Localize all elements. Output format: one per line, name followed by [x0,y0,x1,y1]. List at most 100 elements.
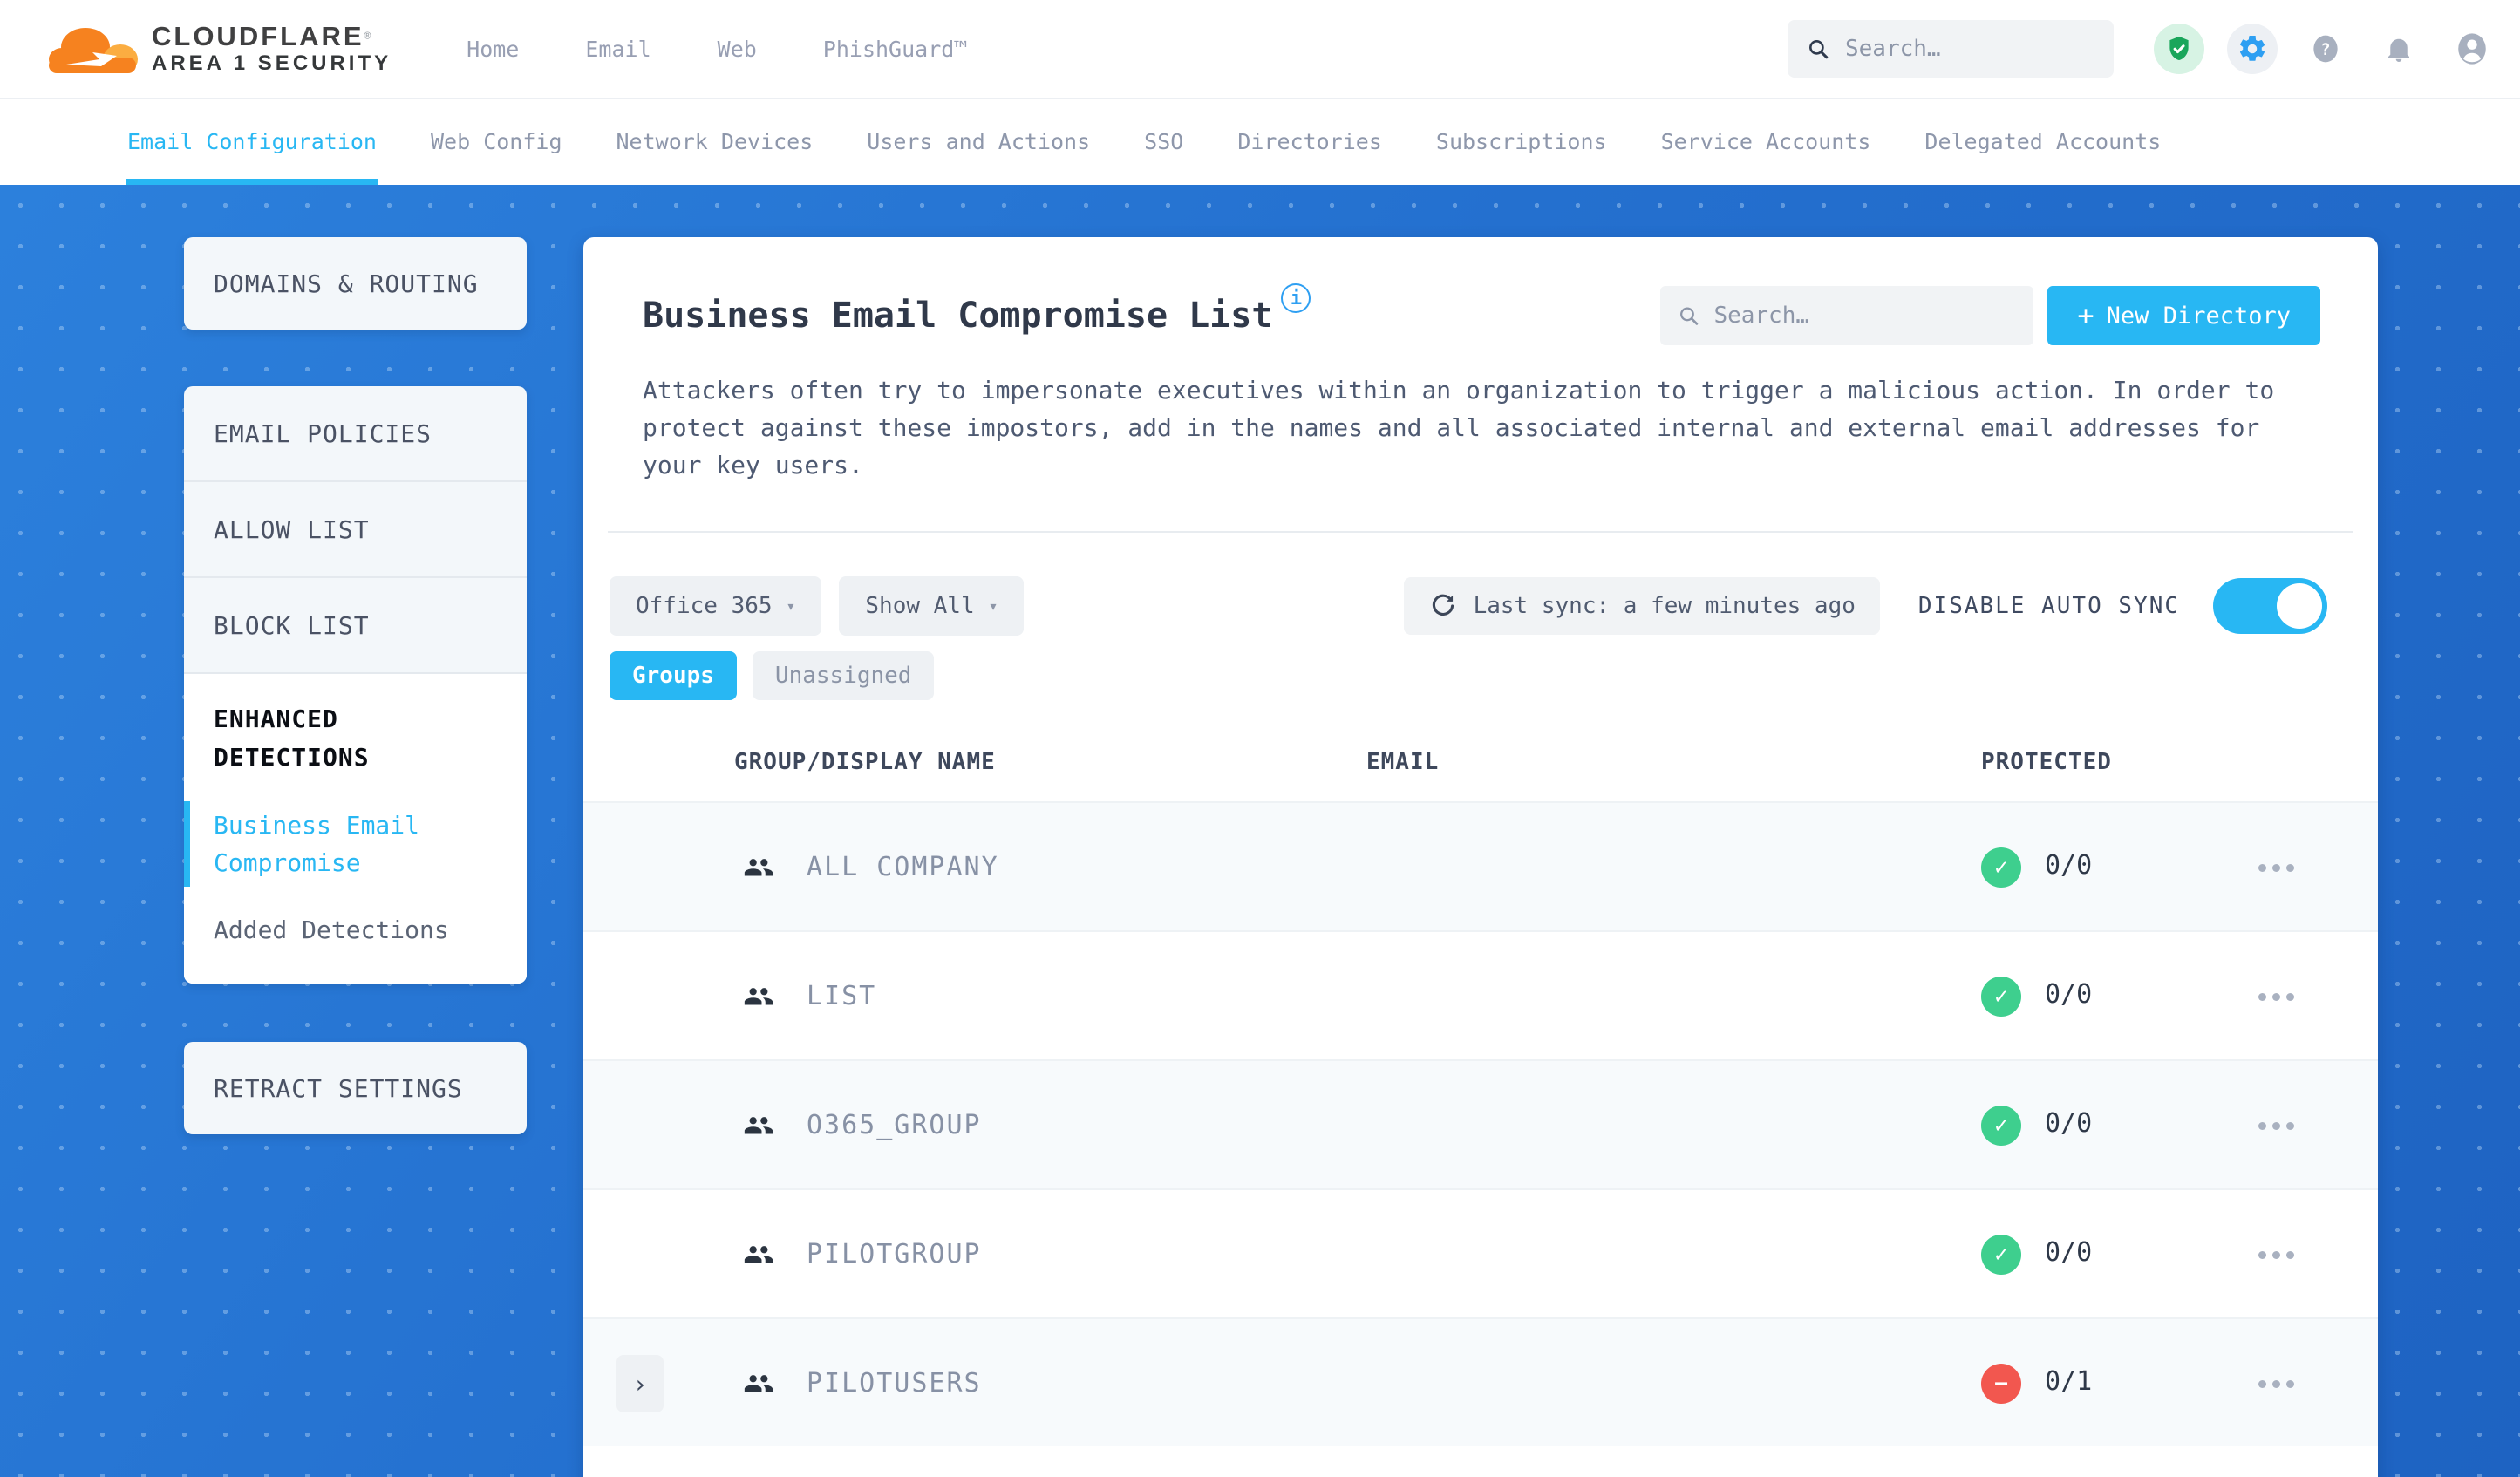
row-menu-icon[interactable] [2258,993,2294,1001]
sidebar: DOMAINS & ROUTING EMAIL POLICIES ALLOW L… [184,237,527,1134]
col-email: EMAIL [1366,749,1440,775]
filter-row: Office 365 ▾ Show All ▾ Last sync: a few… [583,576,2378,636]
show-filter-dropdown[interactable]: Show All ▾ [839,576,1025,636]
protected-count: 0/1 [2045,1366,2093,1397]
global-search-input[interactable] [1845,36,2094,62]
tab-directories[interactable]: Directories [1237,98,1382,185]
auto-sync-toggle[interactable] [2213,578,2327,634]
tab-groups[interactable]: Groups [610,651,737,700]
bell-icon[interactable] [2374,24,2424,74]
row-menu-icon[interactable] [2258,864,2294,872]
sidebar-item-domains-routing[interactable]: DOMAINS & ROUTING [184,237,527,330]
topnav-phishguard[interactable]: PhishGuard™ [823,37,968,62]
sidebar-item-retract-settings[interactable]: RETRACT SETTINGS [184,1042,527,1134]
tab-web-config[interactable]: Web Config [431,98,562,185]
brand-title: CLOUDFLARE® [152,21,371,52]
groups-table: GROUP/DISPLAY NAME EMAIL PROTECTED › ALL… [583,749,2378,1446]
table-row[interactable]: › ALL COMPANY ✓ 0/0 [583,801,2378,930]
protected-badge: ✓ [1981,847,2021,888]
group-name: O365_GROUP [807,1110,982,1140]
sidebar-item-business-email-compromise[interactable]: Business Email Compromise [184,801,497,887]
tab-users-and-actions[interactable]: Users and Actions [867,98,1090,185]
global-search[interactable] [1788,20,2114,78]
protected-count: 0/0 [2045,850,2093,881]
header-actions: ? [2154,24,2497,74]
sidebar-item-block-list[interactable]: BLOCK LIST [184,578,527,674]
group-icon [744,1375,773,1392]
sidebar-item-email-policies[interactable]: EMAIL POLICIES [184,386,527,482]
last-sync-button[interactable]: Last sync: a few minutes ago [1403,577,1880,635]
trademark-mark: ® [364,30,371,44]
auto-sync-label: DISABLE AUTO SYNC [1917,593,2180,619]
top-bar: CLOUDFLARE® AREA 1 SECURITY Home Email W… [0,0,2520,98]
tab-service-accounts[interactable]: Service Accounts [1661,98,1871,185]
col-protected: PROTECTED [1981,749,2112,775]
main-panel: Business Email Compromise Listi + New Di… [583,237,2378,1477]
search-icon [1680,307,1699,325]
plus-icon: + [2077,299,2094,332]
panel-header: Business Email Compromise Listi + New Di… [583,237,2378,345]
sync-icon [1432,594,1454,616]
tab-email-configuration[interactable]: Email Configuration [126,98,378,185]
protected-count: 0/0 [2045,1108,2093,1139]
topnav-email[interactable]: Email [585,37,650,62]
secondary-nav: Email Configuration Web Config Network D… [0,98,2520,185]
protected-count: 0/0 [2045,1237,2093,1268]
group-icon [744,988,773,1005]
row-expander[interactable]: › [616,1355,664,1412]
table-row[interactable]: › PILOTGROUP ✓ 0/0 [583,1188,2378,1317]
tab-subscriptions[interactable]: Subscriptions [1436,98,1607,185]
table-row[interactable]: › O365_GROUP ✓ 0/0 [583,1059,2378,1188]
help-icon[interactable]: ? [2300,24,2351,74]
avatar-icon[interactable] [2447,24,2497,74]
group-name: PILOTUSERS [807,1368,982,1399]
protected-badge: − [1981,1364,2021,1404]
top-nav: Home Email Web PhishGuard™ [467,37,967,62]
protected-badge: ✓ [1981,1106,2021,1146]
tab-sso[interactable]: SSO [1144,98,1183,185]
tab-unassigned[interactable]: Unassigned [752,651,935,700]
sidebar-item-allow-list[interactable]: ALLOW LIST [184,482,527,578]
protected-badge: ✓ [1981,1235,2021,1275]
sidebar-policy-card: EMAIL POLICIES ALLOW LIST BLOCK LIST ENH… [184,386,527,984]
sidebar-item-added-detections[interactable]: Added Detections [214,911,497,949]
row-menu-icon[interactable] [2258,1251,2294,1259]
page-description: Attackers often try to impersonate execu… [643,376,2275,480]
sidebar-item-enhanced-detections[interactable]: ENHANCED DETECTIONS [214,700,497,777]
protected-count: 0/0 [2045,979,2093,1010]
topnav-web[interactable]: Web [718,37,757,62]
group-icon [744,1246,773,1263]
row-menu-icon[interactable] [2258,1122,2294,1130]
chevron-down-icon: ▾ [988,596,998,616]
toggle-knob [2277,583,2322,629]
tab-delegated-accounts[interactable]: Delegated Accounts [1924,98,2161,185]
new-directory-button[interactable]: + New Directory [2047,286,2320,345]
group-name: LIST [807,981,877,1011]
svg-text:?: ? [2320,41,2330,59]
chevron-down-icon: ▾ [786,596,796,616]
info-icon[interactable]: i [1281,283,1311,313]
col-group-display-name: GROUP/DISPLAY NAME [734,749,996,775]
sidebar-section-enhanced-detections: ENHANCED DETECTIONS Business Email Compr… [184,674,527,984]
workspace: DOMAINS & ROUTING EMAIL POLICIES ALLOW L… [0,185,2520,1477]
table-row[interactable]: › PILOTUSERS − 0/1 [583,1317,2378,1446]
group-icon [744,1117,773,1134]
page-title: Business Email Compromise List i [643,283,1311,336]
divider [608,531,2353,533]
table-header: GROUP/DISPLAY NAME EMAIL PROTECTED [583,749,2378,801]
list-search[interactable] [1660,286,2034,345]
shield-check-icon[interactable] [2154,24,2204,74]
tab-network-devices[interactable]: Network Devices [616,98,814,185]
gear-icon[interactable] [2227,24,2278,74]
topnav-home[interactable]: Home [467,37,519,62]
group-name: ALL COMPANY [807,852,999,882]
list-search-input[interactable] [1713,303,2017,329]
group-icon [744,859,773,876]
brand-subtitle: AREA 1 SECURITY [152,51,392,75]
group-name: PILOTGROUP [807,1239,982,1269]
cloudflare-cloud-icon [49,28,140,77]
table-row[interactable]: › LIST ✓ 0/0 [583,930,2378,1059]
cloudflare-logo[interactable]: CLOUDFLARE® AREA 1 SECURITY [49,21,392,77]
connector-dropdown[interactable]: Office 365 ▾ [610,576,822,636]
row-menu-icon[interactable] [2258,1380,2294,1388]
